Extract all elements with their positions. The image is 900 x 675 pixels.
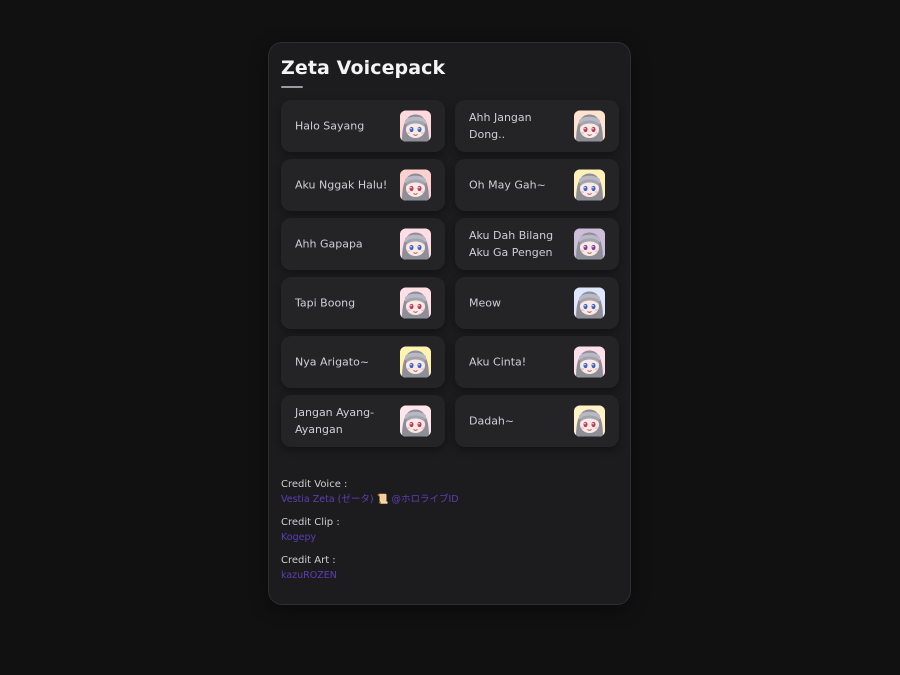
voice-button-label: Meow: [469, 296, 501, 310]
voice-button-aku-cinta[interactable]: Aku Cinta!: [455, 336, 619, 388]
voice-button-jangan-ayang-ayangan[interactable]: Jangan Ayang-Ayangan: [281, 395, 445, 447]
zeta-grin-icon: [400, 287, 431, 319]
credit-voice-link[interactable]: Vestia Zeta (ゼータ) 📜 @ホロライブID: [281, 492, 611, 507]
zeta-dark-icon: [574, 228, 605, 260]
voice-button-label: Nya Arigato~: [295, 355, 370, 369]
voice-button-oh-may-gah[interactable]: Oh May Gah~: [455, 159, 619, 211]
zeta-wink-icon: [400, 346, 431, 378]
zeta-shocked-icon: [574, 169, 605, 201]
zeta-cat-icon: [574, 287, 605, 319]
voice-button-nya-arigato[interactable]: Nya Arigato~: [281, 336, 445, 388]
voice-button-ahh-gapapa[interactable]: Ahh Gapapa: [281, 218, 445, 270]
credit-clip-link[interactable]: Kogepy: [281, 530, 611, 545]
credit-art: Credit Art : kazuROZEN: [281, 553, 611, 583]
voice-button-label: Halo Sayang: [295, 119, 365, 133]
zeta-shout-icon: [400, 169, 431, 201]
zeta-blush-icon: [574, 110, 605, 142]
page-title: Zeta Voicepack: [281, 57, 446, 79]
voice-button-label: Dadah~: [469, 414, 515, 428]
zeta-wave-icon: [574, 405, 605, 437]
zeta-smirk-icon: [400, 110, 431, 142]
voice-button-tapi-boong[interactable]: Tapi Boong: [281, 277, 445, 329]
voice-button-label: Tapi Boong: [295, 296, 356, 310]
voice-button-aku-nggak-halu[interactable]: Aku Nggak Halu!: [281, 159, 445, 211]
credit-voice: Credit Voice : Vestia Zeta (ゼータ) 📜 @ホロライ…: [281, 477, 611, 507]
voicepack-panel: Zeta Voicepack Halo Sayang Ahh Jangan Do…: [268, 42, 631, 605]
voice-button-halo-sayang[interactable]: Halo Sayang: [281, 100, 445, 152]
voice-button-label: Aku Cinta!: [469, 355, 527, 369]
credit-voice-label: Credit Voice :: [281, 479, 348, 490]
zeta-love-icon: [574, 346, 605, 378]
voice-button-label: Oh May Gah~: [469, 178, 546, 192]
voice-button-label: Aku Dah Bilang Aku Ga Pengen: [469, 229, 554, 259]
voice-button-aku-dah-bilang[interactable]: Aku Dah Bilang Aku Ga Pengen: [455, 218, 619, 270]
credit-art-label: Credit Art :: [281, 555, 336, 566]
voice-button-ahh-jangan-dong[interactable]: Ahh Jangan Dong..: [455, 100, 619, 152]
voice-button-meow[interactable]: Meow: [455, 277, 619, 329]
zeta-pout-icon: [400, 405, 431, 437]
credit-clip: Credit Clip : Kogepy: [281, 515, 611, 545]
voice-button-label: Ahh Jangan Dong..: [469, 111, 532, 141]
voice-button-label: Jangan Ayang-Ayangan: [295, 406, 375, 436]
voice-button-dadah[interactable]: Dadah~: [455, 395, 619, 447]
credits-section: Credit Voice : Vestia Zeta (ゼータ) 📜 @ホロライ…: [281, 477, 611, 591]
credit-art-link[interactable]: kazuROZEN: [281, 568, 611, 583]
voice-button-label: Ahh Gapapa: [295, 237, 363, 251]
credit-clip-label: Credit Clip :: [281, 517, 340, 528]
voice-button-grid: Halo Sayang Ahh Jangan Dong.. Aku Nggak …: [281, 100, 620, 447]
voice-button-label: Aku Nggak Halu!: [295, 178, 388, 192]
title-underline: [281, 86, 303, 88]
zeta-cry-icon: [400, 228, 431, 260]
